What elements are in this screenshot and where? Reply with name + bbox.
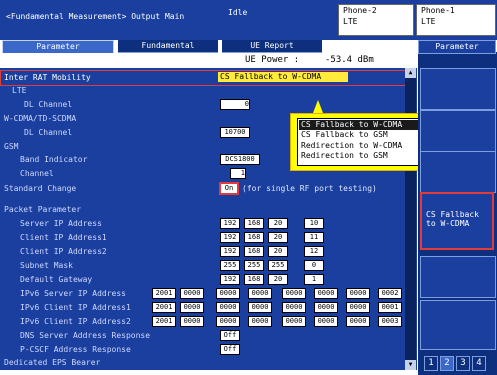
- gsm-heading: GSM: [4, 142, 19, 151]
- ipv6-server-group[interactable]: 0000: [282, 288, 306, 299]
- gateway-octet[interactable]: 20: [268, 274, 288, 285]
- irat-label: Inter RAT Mobility: [4, 73, 91, 82]
- status-text: Idle: [228, 8, 248, 17]
- ipv6-client2-group[interactable]: 0000: [248, 316, 272, 327]
- ipv6-client1-group[interactable]: 2001: [152, 302, 176, 313]
- client-ip2-octet[interactable]: 168: [244, 246, 264, 257]
- server-ip-octet[interactable]: 168: [244, 218, 264, 229]
- ipv6-client2-group[interactable]: 0000: [216, 316, 240, 327]
- client-ip1-label: Client IP Address1: [20, 233, 107, 242]
- softkey-panel-title: Parameter: [418, 40, 496, 54]
- ue-power-value: -53.4 dBm: [325, 55, 374, 65]
- band-indicator-field[interactable]: DCS1800: [220, 154, 260, 165]
- pcscf-response-field[interactable]: Off: [220, 344, 240, 355]
- packet-parameter-heading: Packet Parameter: [4, 205, 82, 214]
- ipv6-client1-group[interactable]: 0000: [314, 302, 338, 313]
- client-ip1-octet[interactable]: 192: [220, 232, 240, 243]
- client-ip1-octet[interactable]: 20: [268, 232, 288, 243]
- wcdma-heading: W-CDMA/TD-SCDMA: [4, 114, 77, 123]
- client-ip2-octet[interactable]: 20: [268, 246, 288, 257]
- page-4[interactable]: 4: [472, 356, 486, 371]
- band-indicator-label: Band Indicator: [20, 155, 88, 164]
- gateway-octet[interactable]: 168: [244, 274, 264, 285]
- page-3[interactable]: 3: [456, 356, 470, 371]
- ipv6-server-group[interactable]: 0000: [216, 288, 240, 299]
- ipv6-client2-group[interactable]: 0000: [346, 316, 370, 327]
- lte-heading: LTE: [12, 86, 27, 95]
- standard-change-note: (for single RF port testing): [242, 184, 377, 193]
- subnet-octet[interactable]: 0: [304, 260, 324, 271]
- ipv6-client1-group[interactable]: 0000: [248, 302, 272, 313]
- client-ip1-octet[interactable]: 168: [244, 232, 264, 243]
- scroll-up-arrow-icon[interactable]: ▲: [405, 68, 416, 78]
- ipv6-client1-label: IPv6 Client IP Address1: [20, 303, 131, 312]
- subnet-mask-label: Subnet Mask: [20, 261, 73, 270]
- subnet-octet[interactable]: 255: [244, 260, 264, 271]
- screen-title: <Fundamental Measurement> Output Main: [6, 12, 185, 21]
- ipv6-client2-group[interactable]: 0000: [180, 316, 204, 327]
- tab-ue-report[interactable]: UE Report: [222, 40, 322, 53]
- ipv6-client1-group[interactable]: 0000: [180, 302, 204, 313]
- server-ip-octet[interactable]: 192: [220, 218, 240, 229]
- ipv6-client1-group[interactable]: 0000: [282, 302, 306, 313]
- dedicated-eps-heading: Dedicated EPS Bearer: [4, 358, 101, 367]
- softkey-button[interactable]: [420, 110, 496, 152]
- channel-field[interactable]: 1: [230, 168, 246, 179]
- tab-parameter[interactable]: Parameter: [2, 40, 114, 54]
- client-ip1-octet[interactable]: 11: [304, 232, 324, 243]
- dl-channel-wcdma-field[interactable]: 10700: [220, 127, 250, 138]
- ipv6-client1-group[interactable]: 0001: [378, 302, 402, 313]
- client-ip2-octet[interactable]: 192: [220, 246, 240, 257]
- dns-response-label: DNS Server Address Response: [20, 331, 151, 340]
- phone2-indicator: Phone-2 LTE: [338, 4, 414, 36]
- dns-response-field[interactable]: Off: [220, 330, 240, 341]
- client-ip2-label: Client IP Address2: [20, 247, 107, 256]
- ipv6-client2-group[interactable]: 0000: [282, 316, 306, 327]
- softkey-label-line1: CS Fallback: [426, 210, 479, 219]
- dl-channel-wcdma-label: DL Channel: [24, 128, 73, 137]
- server-ip-octet[interactable]: 20: [268, 218, 288, 229]
- subnet-octet[interactable]: 255: [268, 260, 288, 271]
- gateway-octet[interactable]: 1: [304, 274, 324, 285]
- ipv6-client2-group[interactable]: 0000: [314, 316, 338, 327]
- server-ip-label: Server IP Address: [20, 219, 102, 228]
- tab-fundamental[interactable]: Fundamental: [118, 40, 218, 53]
- ipv6-server-group[interactable]: 0000: [180, 288, 204, 299]
- default-gateway-label: Default Gateway: [20, 275, 93, 284]
- ue-power-label: UE Power :: [245, 55, 300, 65]
- client-ip2-octet[interactable]: 12: [304, 246, 324, 257]
- ipv6-client2-group[interactable]: 0003: [378, 316, 402, 327]
- ipv6-client1-group[interactable]: 0000: [346, 302, 370, 313]
- standard-change-label: Standard Change: [4, 184, 77, 193]
- softkey-button[interactable]: [420, 256, 496, 298]
- dl-channel-lte-label: DL Channel: [24, 100, 73, 109]
- server-ip-octet[interactable]: 10: [304, 218, 324, 229]
- softkey-label-line2: to W-CDMA: [426, 219, 470, 228]
- ipv6-client1-group[interactable]: 0000: [216, 302, 240, 313]
- ipv6-client2-group[interactable]: 2001: [152, 316, 176, 327]
- softkey-cs-fallback-wcdma[interactable]: CS Fallback to W-CDMA: [420, 192, 494, 250]
- page-2[interactable]: 2: [440, 356, 454, 371]
- softkey-button[interactable]: [420, 68, 496, 110]
- subnet-octet[interactable]: 255: [220, 260, 240, 271]
- scroll-down-arrow-icon[interactable]: ▼: [405, 360, 416, 370]
- ipv6-server-group[interactable]: 0002: [378, 288, 402, 299]
- ipv6-server-group[interactable]: 2001: [152, 288, 176, 299]
- popup-pointer: [313, 100, 323, 113]
- ipv6-client2-label: IPv6 Client IP Address2: [20, 317, 131, 326]
- phone1-indicator: Phone-1 LTE: [416, 4, 496, 36]
- channel-label: Channel: [20, 169, 54, 178]
- softkey-button[interactable]: [420, 151, 496, 193]
- gateway-octet[interactable]: 192: [220, 274, 240, 285]
- pcscf-response-label: P-CSCF Address Response: [20, 345, 131, 354]
- irat-value-field[interactable]: CS Fallback to W-CDMA: [218, 72, 348, 82]
- ipv6-server-label: IPv6 Server IP Address: [20, 289, 126, 298]
- dl-channel-lte-field[interactable]: 0: [220, 99, 250, 110]
- page-1[interactable]: 1: [424, 356, 438, 371]
- ipv6-server-group[interactable]: 0000: [248, 288, 272, 299]
- ipv6-server-group[interactable]: 0000: [346, 288, 370, 299]
- standard-change-field[interactable]: On: [219, 182, 239, 195]
- ipv6-server-group[interactable]: 0000: [314, 288, 338, 299]
- softkey-button[interactable]: [420, 300, 496, 350]
